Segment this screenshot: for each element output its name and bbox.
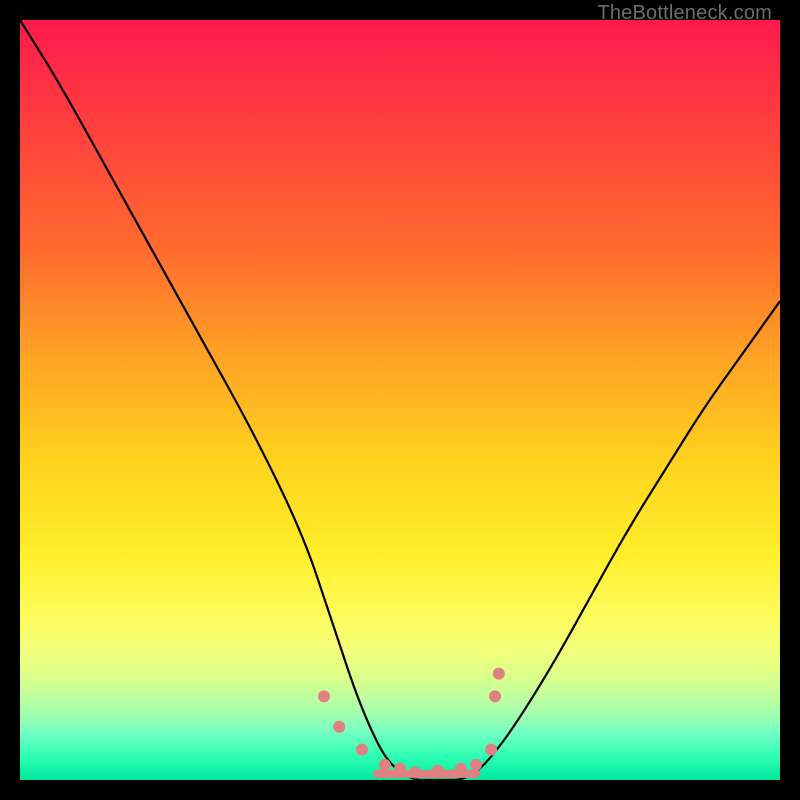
marker-dot	[485, 744, 497, 756]
marker-dot	[432, 765, 444, 777]
marker-dot	[409, 766, 421, 778]
marker-dot	[333, 721, 345, 733]
marker-dot	[489, 690, 501, 702]
marker-dot	[394, 763, 406, 775]
chart-svg	[20, 20, 780, 780]
marker-dot	[455, 763, 467, 775]
plot-area	[20, 20, 780, 780]
marker-dot	[318, 690, 330, 702]
marker-dot	[493, 668, 505, 680]
marker-dot	[379, 759, 391, 771]
marker-dot	[356, 744, 368, 756]
chart-frame: TheBottleneck.com	[0, 0, 800, 800]
marker-dot	[470, 759, 482, 771]
marker-dots-group	[318, 668, 505, 779]
bottleneck-curve-path	[20, 20, 780, 780]
